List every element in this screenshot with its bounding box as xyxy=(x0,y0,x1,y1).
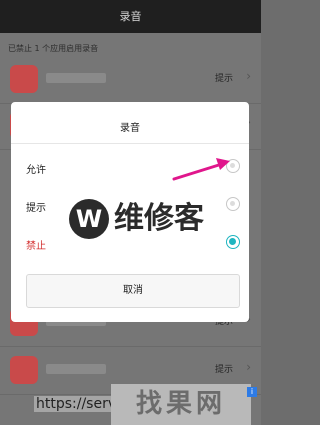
option-label: 提示 xyxy=(26,203,46,214)
chevron-right-icon: › xyxy=(246,360,251,374)
radio-button-selected[interactable] xyxy=(226,235,240,249)
arrow-icon xyxy=(172,158,230,181)
info-text: 已禁止 1 个应用启用录音 xyxy=(8,44,99,53)
list-item-value: 提示 xyxy=(214,365,233,375)
chevron-right-icon: › xyxy=(246,69,251,83)
title-bar: 录音 xyxy=(0,0,261,33)
list-item-value: 提示 xyxy=(214,74,233,84)
divider xyxy=(11,143,249,144)
site-logo: 找果网 xyxy=(111,384,251,425)
cancel-button[interactable]: 取消 xyxy=(26,274,240,308)
option-label: 禁止 xyxy=(26,241,46,252)
app-icon xyxy=(10,65,38,93)
page-title: 录音 xyxy=(119,10,142,23)
watermark-text: 维修客 xyxy=(114,201,204,236)
app-name-placeholder xyxy=(46,73,106,83)
ad-badge-icon: i xyxy=(247,387,257,397)
app-icon xyxy=(10,356,38,384)
radio-button[interactable] xyxy=(226,197,240,211)
option-label: 允许 xyxy=(26,165,46,176)
watermark-logo: W xyxy=(69,199,109,239)
list-item[interactable]: 提示 › xyxy=(0,57,261,104)
dialog-title: 录音 xyxy=(120,123,140,134)
app-name-placeholder xyxy=(46,364,106,374)
